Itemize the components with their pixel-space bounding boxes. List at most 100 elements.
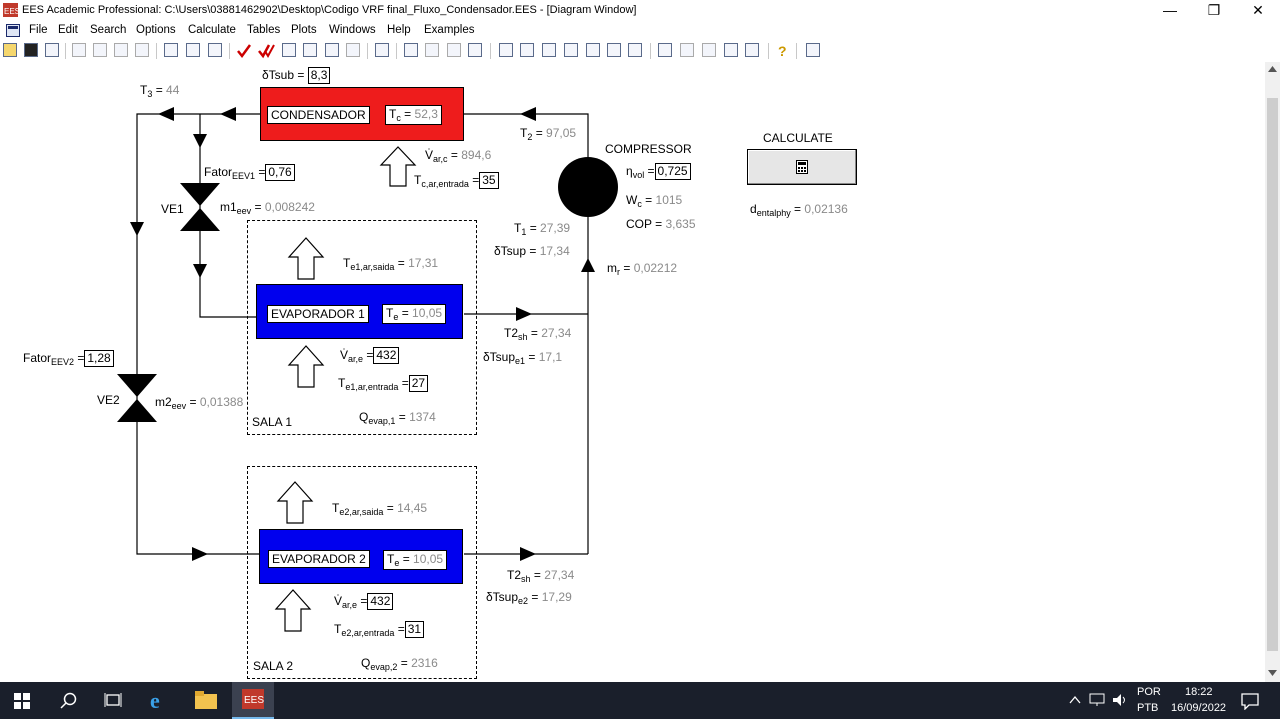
list-icon[interactable] [628, 43, 642, 57]
tc-entrada-input[interactable]: 35 [479, 172, 499, 189]
calculate-button[interactable] [747, 149, 857, 185]
menu-windows[interactable]: Windows [329, 24, 376, 36]
flow-arrow [193, 264, 207, 278]
var-e2-input[interactable]: 432 [367, 593, 394, 610]
svg-text:e: e [150, 689, 160, 711]
menu-edit[interactable]: Edit [58, 24, 78, 36]
format-icon[interactable] [135, 43, 149, 57]
fator-eev1-label: FatorEEV1 = 0,76 [204, 164, 295, 181]
arrays-table-icon[interactable] [702, 43, 716, 57]
t1-label: T1 = 27,39 [514, 221, 571, 237]
var-e1-input[interactable]: 432 [373, 347, 400, 364]
parametric-table-icon[interactable] [375, 43, 389, 57]
condenser-label: CONDENSADOR [267, 106, 370, 124]
equations-window-icon[interactable] [164, 43, 178, 57]
menu-plots[interactable]: Plots [291, 24, 317, 36]
arrays-icon[interactable] [520, 43, 534, 57]
menu-search[interactable]: Search [90, 24, 126, 36]
open-icon[interactable] [3, 43, 17, 57]
macro-icon[interactable] [745, 43, 759, 57]
clock-time[interactable]: 18:22 [1185, 686, 1213, 698]
evaporator-2-temp: Te = 10,05 [383, 550, 448, 570]
restore-button[interactable]: ❐ [1192, 0, 1236, 22]
curve-fit-icon[interactable] [468, 43, 482, 57]
report-icon[interactable] [680, 43, 694, 57]
lookup-icon[interactable] [542, 43, 556, 57]
menu-bar: File Edit Search Options Calculate Table… [0, 22, 1280, 57]
vertical-scrollbar[interactable] [1265, 62, 1280, 682]
ve1-label: VE1 [161, 202, 184, 216]
te1-entrada-input[interactable]: 27 [408, 375, 429, 392]
document-icon[interactable] [6, 24, 20, 37]
fator-eev1-input[interactable]: 0,76 [265, 164, 295, 181]
calculator-icon[interactable] [282, 43, 296, 57]
min-max-icon[interactable] [346, 43, 360, 57]
var-e2-label: V̇ar,e = 432 [334, 593, 394, 610]
task-view-icon[interactable] [104, 692, 122, 710]
xy-icon[interactable] [499, 43, 513, 57]
chevron-up-icon[interactable] [1069, 695, 1081, 705]
help-icon[interactable]: ? [776, 43, 790, 59]
solve-icon[interactable] [258, 43, 276, 59]
file-explorer-icon[interactable] [195, 691, 217, 709]
evaporator-1-temp: Te = 10,05 [382, 304, 447, 324]
dtsub-input[interactable]: 8,3 [307, 67, 331, 84]
te2-entrada-input[interactable]: 31 [404, 621, 425, 638]
menu-examples[interactable]: Examples [424, 24, 475, 36]
eta-vol-input[interactable]: 0,725 [654, 163, 691, 180]
context-help-icon[interactable] [806, 43, 820, 57]
check-icon[interactable] [236, 43, 252, 59]
keyboard-layout-indicator[interactable]: PTB [1137, 702, 1158, 714]
save-icon[interactable] [24, 43, 38, 57]
toolbar: ? [0, 40, 1280, 63]
language-indicator[interactable]: POR [1137, 686, 1161, 698]
menu-file[interactable]: File [29, 24, 48, 36]
integral-table-icon[interactable] [586, 43, 600, 57]
notifications-icon[interactable] [1241, 692, 1259, 710]
residuals-icon[interactable] [564, 43, 578, 57]
close-button[interactable]: ✕ [1236, 0, 1280, 22]
svg-text:EES: EES [4, 7, 18, 16]
qevap1-label: Qevap,1 = 1374 [359, 410, 436, 426]
condenser-block: CONDENSADOR Tc = 52,3 [260, 87, 464, 141]
image-icon[interactable] [724, 43, 738, 57]
volume-icon[interactable] [1112, 693, 1128, 707]
clock-date[interactable]: 16/09/2022 [1171, 702, 1226, 714]
paste-icon[interactable] [114, 43, 128, 57]
wc-label: Wc = 1015 [626, 193, 683, 209]
fator-eev2-input[interactable]: 1,28 [84, 350, 114, 367]
table-icon[interactable] [303, 43, 317, 57]
flow-arrow [192, 547, 208, 561]
flow-arrow [130, 222, 144, 236]
print-icon[interactable] [45, 43, 59, 57]
network-icon[interactable] [1089, 693, 1105, 707]
title-bar: EES EES Academic Professional: C:\Users\… [0, 0, 1280, 22]
mr-label: mr = 0,02212 [607, 261, 678, 277]
diagram-icon[interactable] [658, 43, 672, 57]
menu-help[interactable]: Help [387, 24, 411, 36]
search-icon[interactable] [60, 692, 78, 710]
windows-start-icon[interactable] [14, 693, 30, 709]
menu-calculate[interactable]: Calculate [188, 24, 236, 36]
minimize-button[interactable]: — [1148, 0, 1192, 22]
scroll-down-icon[interactable] [1268, 670, 1277, 676]
menu-options[interactable]: Options [136, 24, 176, 36]
window-title: EES Academic Professional: C:\Users\0388… [22, 4, 637, 16]
grid-icon[interactable] [607, 43, 621, 57]
te1-saida-label: Te1,ar,saida = 17,31 [343, 256, 439, 272]
ees-taskbar-button[interactable]: EES [232, 682, 274, 719]
plot-icon[interactable] [325, 43, 339, 57]
solution-window-icon[interactable] [208, 43, 222, 57]
te2-entrada-label: Te2,ar,entrada = 31 [334, 621, 425, 638]
t2-label: T2 = 97,05 [520, 126, 577, 142]
formatted-equations-icon[interactable] [186, 43, 200, 57]
property-plot-icon[interactable] [447, 43, 461, 57]
menu-tables[interactable]: Tables [247, 24, 280, 36]
cut-icon[interactable] [72, 43, 86, 57]
scroll-up-icon[interactable] [1268, 66, 1277, 72]
internet-explorer-icon[interactable]: e [149, 689, 171, 711]
scrollbar-thumb[interactable] [1267, 98, 1278, 651]
plot-overlay-icon[interactable] [425, 43, 439, 57]
plot-window-icon[interactable] [404, 43, 418, 57]
copy-icon[interactable] [93, 43, 107, 57]
